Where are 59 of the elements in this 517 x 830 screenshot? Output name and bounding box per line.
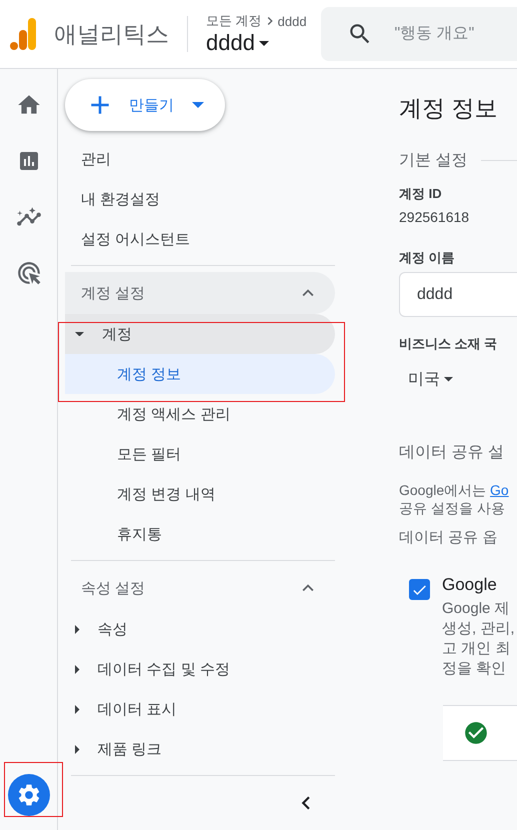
checkbox[interactable] (409, 579, 430, 600)
option-description: 고 개인 최 (442, 639, 512, 659)
account-selector[interactable]: dddd (206, 30, 307, 56)
nav-group[interactable]: 제품 링크 (65, 729, 335, 769)
section-title: 속성 설정 (81, 578, 146, 598)
account-name-field[interactable]: dddd (399, 272, 517, 317)
field-label: 계정 이름 (399, 249, 456, 267)
caret-down-icon (192, 102, 204, 108)
nav-group-label: 데이터 표시 (98, 700, 177, 718)
nav-item[interactable]: 내 환경설정 (65, 179, 335, 219)
nav-item[interactable]: 관리 (65, 139, 335, 179)
breadcrumb-item: dddd (278, 14, 307, 28)
option-description: 생성, 관리, (442, 619, 515, 639)
breadcrumb-link[interactable]: 모든 계정 (206, 12, 262, 30)
create-button[interactable]: 만들기 (65, 79, 225, 131)
page-title: 계정 정보 (399, 94, 498, 123)
option-description: 정을 확인 (442, 659, 508, 679)
options-heading: 데이터 공유 옵 (399, 529, 498, 547)
caret-right-icon (75, 744, 80, 754)
nav-group[interactable]: 속성 (65, 609, 335, 649)
nav-group-label: 계정 (102, 324, 132, 344)
admin-button[interactable] (8, 774, 50, 816)
section-heading: 기본 설정 (399, 151, 468, 171)
nav-group[interactable]: 데이터 표시 (65, 689, 335, 729)
option-description: Google 제 (442, 599, 511, 619)
nav-item[interactable]: 모든 필터 (65, 434, 335, 474)
sharing-description: Google에서는 Go (399, 481, 510, 499)
cursor-target-icon (16, 260, 42, 286)
nav-group[interactable]: 데이터 수집 및 수정 (65, 649, 335, 689)
section-title: 계정 설정 (81, 284, 146, 302)
caret-right-icon (75, 664, 80, 674)
nav-item[interactable]: 계정 정보 (65, 354, 335, 394)
caret-down-icon (444, 377, 453, 382)
sharing-description: 공유 설정을 사용 (399, 499, 506, 517)
country-dropdown[interactable]: 미국 (399, 369, 517, 390)
caret-down-icon (75, 332, 84, 336)
nav-group-label: 데이터 수집 및 수정 (98, 660, 230, 678)
field-label: 비즈니스 소재 국 (399, 335, 498, 353)
nav-group-label: 제품 링크 (98, 740, 162, 758)
caret-right-icon (75, 624, 80, 634)
nav-group-label: 속성 (98, 620, 128, 638)
nav-item[interactable]: 계정 액세스 관리 (65, 394, 335, 434)
option-title: Google (442, 575, 498, 595)
nav-group[interactable]: 계정 (65, 314, 335, 354)
help-link[interactable]: Go (490, 482, 509, 498)
section-heading: 데이터 공유 설 (399, 443, 504, 463)
section-header[interactable]: 속성 설정 (65, 567, 335, 609)
caret-right-icon (75, 704, 80, 714)
caret-down-icon (258, 40, 269, 46)
field-label: 계정 ID (399, 185, 443, 203)
logo-icon (10, 18, 36, 50)
highlight-frame (4, 762, 63, 817)
account-id: 292561618 (399, 209, 470, 225)
product-name: 애널리틱스 (54, 20, 169, 48)
nav-item[interactable]: 계정 변경 내역 (65, 474, 335, 514)
section-header[interactable]: 계정 설정 (65, 272, 335, 314)
nav-item[interactable]: 휴지통 (65, 514, 335, 554)
search-field[interactable]: "행동 개요" (320, 7, 517, 61)
nav-item[interactable]: 설정 어시스턴트 (65, 219, 335, 259)
